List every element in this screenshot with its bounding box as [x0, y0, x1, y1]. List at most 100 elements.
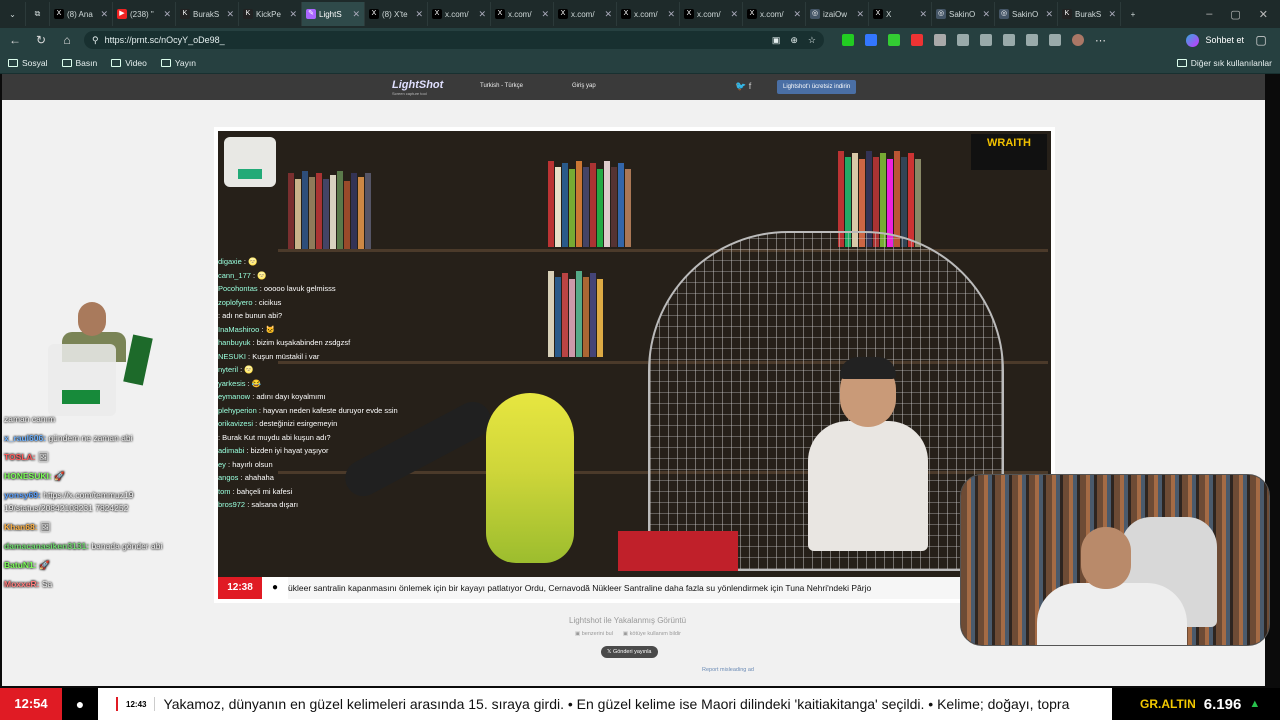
workspaces-button[interactable]: ⧉ [26, 2, 50, 26]
chat-message: NESUKI : Kuşun müstakil i var [218, 350, 408, 364]
browser-tab[interactable]: Xx.com/ ✕ [743, 2, 806, 26]
chat-message: tom : bahçeli mi kafesi [218, 485, 408, 499]
close-tab-icon[interactable]: ✕ [1045, 9, 1053, 20]
address-bar[interactable]: ⚲ https://prnt.sc/nOcyY_oDe98_ ▣ ⊕ ☆ [84, 31, 824, 49]
browser-tab[interactable]: K KickPe ✕ [239, 2, 302, 26]
screen-share-icon[interactable]: ▣ [772, 35, 781, 46]
streamer-figure [798, 357, 938, 551]
extension-icon[interactable] [865, 34, 877, 46]
browser-tab[interactable]: Xx.com/ ✕ [428, 2, 491, 26]
favorites-icon[interactable] [1003, 34, 1015, 46]
copilot-chat-button[interactable]: Sohbet et [1186, 33, 1244, 47]
kick-icon: K [180, 9, 190, 19]
maximize-icon[interactable]: ▢ [1230, 8, 1240, 21]
browser-tab[interactable]: ✎ LightS ✕ [302, 2, 365, 26]
ticker-text: Yakamoz, dünyanın en güzel kelimeleri ar… [163, 696, 1070, 712]
tab-title: x.com/ [445, 9, 469, 19]
zoom-icon[interactable]: ⊕ [790, 35, 798, 46]
tab-actions-button[interactable]: ⌄ [0, 2, 26, 26]
chat-username: angos [218, 473, 239, 482]
browser-tab[interactable]: X X ✕ [869, 2, 932, 26]
webcam-overlay [960, 474, 1270, 646]
close-tab-icon[interactable]: ✕ [1108, 9, 1116, 20]
close-tab-icon[interactable]: ✕ [478, 9, 486, 20]
browser-tab[interactable]: Xx.com/ ✕ [554, 2, 617, 26]
bookmark-folder-sosyal[interactable]: Sosyal [8, 58, 48, 68]
browser-tab[interactable]: ◎ SakinO ✕ [932, 2, 995, 26]
x-post-button[interactable]: 𝕏 Gönderi yayınla [601, 646, 658, 658]
close-tab-icon[interactable]: ✕ [415, 9, 423, 20]
facebook-icon[interactable]: f [749, 81, 752, 91]
tab-title: KickPe [256, 9, 281, 19]
favorite-star-icon[interactable]: ☆ [808, 35, 816, 46]
login-link[interactable]: Giriş yap [572, 83, 596, 89]
bookmark-folder-basin[interactable]: Basın [61, 58, 97, 68]
find-similar-link[interactable]: ▣ benzerini bul [575, 631, 613, 637]
back-icon[interactable]: ← [6, 33, 24, 47]
screenshot-image[interactable]: WRAITH digaxie : 🌝 cann_177 : 🌝 Pocohontas… [214, 127, 1055, 603]
new-tab-button[interactable]: + [1121, 2, 1145, 26]
extension-icon[interactable] [934, 34, 946, 46]
close-tab-icon[interactable]: ✕ [100, 9, 108, 20]
other-favorites-folder[interactable]: Diğer sık kullanılanlar [1176, 58, 1272, 68]
chat-username: ey [218, 459, 226, 469]
lightshot-logo[interactable]: LightShot Screen capture tool [392, 79, 443, 96]
home-icon[interactable]: ⌂ [58, 33, 76, 47]
chat-text: 🌝 [248, 257, 258, 266]
close-tab-icon[interactable]: ✕ [541, 9, 549, 20]
books [548, 271, 603, 357]
minimize-icon[interactable]: – [1206, 8, 1212, 20]
kick-icon: K [243, 9, 253, 19]
download-button[interactable]: Lightshot'ı ücretsiz indirin [777, 80, 857, 94]
reload-icon[interactable]: ↻ [32, 33, 50, 47]
close-tab-icon[interactable]: ✕ [982, 9, 990, 20]
profile-avatar[interactable] [1072, 34, 1084, 46]
browser-tab[interactable]: X (8) Ana ✕ [50, 2, 113, 26]
extension-icon[interactable] [888, 34, 900, 46]
report-abuse-link[interactable]: ▣ kötüye kullanım bildir [623, 631, 681, 637]
folder-icon [160, 58, 171, 67]
browser-tab[interactable]: ◎ SakinO ✕ [995, 2, 1058, 26]
chat-username: yonsy69: [4, 490, 41, 500]
site-info-icon[interactable]: ⚲ [92, 35, 99, 46]
bookmark-folder-video[interactable]: Video [111, 58, 147, 68]
close-tab-icon[interactable]: ✕ [226, 9, 234, 20]
extensions-icon[interactable] [980, 34, 992, 46]
ticker-main: 12:43 Yakamoz, dünyanın en güzel kelimel… [98, 688, 1112, 720]
chat-username: adimabi [218, 446, 245, 455]
sidebar-toggle-icon[interactable]: ▢ [1252, 33, 1270, 47]
bookmark-folder-yayin[interactable]: Yayın [160, 58, 196, 68]
close-tab-icon[interactable]: ✕ [667, 9, 675, 20]
close-tab-icon[interactable]: ✕ [856, 9, 864, 20]
close-tab-icon[interactable]: ✕ [289, 9, 297, 20]
browser-tab[interactable]: K BurakS ✕ [1058, 2, 1121, 26]
close-tab-icon[interactable]: ✕ [730, 9, 738, 20]
twitter-icon[interactable]: 🐦 [735, 81, 746, 91]
browser-tab[interactable]: Xx.com/ ✕ [491, 2, 554, 26]
browser-toolbar: ← ↻ ⌂ ⚲ https://prnt.sc/nOcyY_oDe98_ ▣ ⊕… [0, 28, 1280, 52]
extension-icon[interactable] [842, 34, 854, 46]
browser-tab[interactable]: K BurakS ✕ [176, 2, 239, 26]
browser-tab[interactable]: X (8) X'te ✕ [365, 2, 428, 26]
chat-text: 🌝 [244, 365, 254, 374]
chat-username: zoplofyero [218, 297, 253, 307]
browser-tab[interactable]: Xx.com/ ✕ [680, 2, 743, 26]
browser-essentials-icon[interactable] [1026, 34, 1038, 46]
browser-tab[interactable]: ▶ (238) " ✕ [113, 2, 176, 26]
browser-tab[interactable]: ◎ izaiOw ✕ [806, 2, 869, 26]
collections-icon[interactable] [1049, 34, 1061, 46]
chat-text: cicikus [258, 297, 282, 307]
close-tab-icon[interactable]: ✕ [919, 9, 927, 20]
x-icon: X [369, 9, 379, 19]
close-tab-icon[interactable]: ✕ [604, 9, 612, 20]
close-tab-icon[interactable]: ✕ [793, 9, 801, 20]
close-tab-icon[interactable]: ✕ [352, 9, 360, 20]
split-screen-icon[interactable] [957, 34, 969, 46]
browser-tab[interactable]: Xx.com/ ✕ [617, 2, 680, 26]
language-selector[interactable]: Turkish - Türkçe [480, 83, 523, 89]
more-options-icon[interactable]: ⋯ [1095, 34, 1106, 47]
extension-icon[interactable] [911, 34, 923, 46]
close-window-icon[interactable]: ✕ [1259, 8, 1268, 21]
report-ad-link[interactable]: Report misleading ad [702, 667, 754, 673]
close-tab-icon[interactable]: ✕ [163, 9, 171, 20]
